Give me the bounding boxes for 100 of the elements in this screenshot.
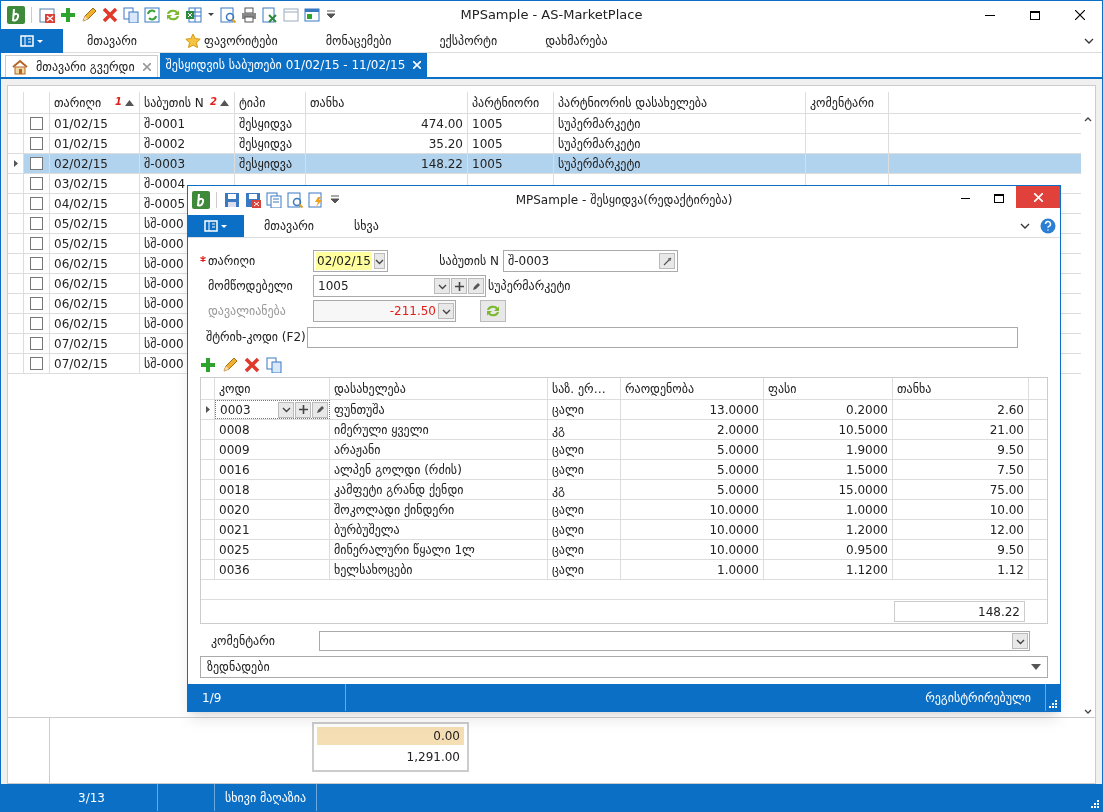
row-indicator-icon[interactable] [205, 406, 210, 413]
close-button[interactable] [1016, 186, 1060, 208]
column-header[interactable]: თანხა [306, 92, 468, 113]
checkbox[interactable] [30, 297, 43, 310]
table-cell: 0018 [215, 480, 330, 499]
column-header[interactable]: რაოდენობა [621, 378, 764, 399]
table-cell: 2.60 [893, 400, 1029, 419]
export-icon[interactable] [262, 7, 278, 23]
app-menu-button[interactable] [1, 28, 63, 53]
app-logo-icon[interactable] [192, 191, 210, 209]
generate-number-button[interactable] [659, 253, 675, 269]
tab[interactable]: შესყიდვის საბუთები 01/02/15 - 11/02/15 [159, 53, 428, 77]
table-cell: 0021 [215, 520, 330, 539]
dropdown-button[interactable] [278, 401, 294, 418]
dropdown-button[interactable] [1012, 633, 1028, 649]
selected-row[interactable]: 02/02/15 შ-0003 შესყიდვა 148.22 1005 სუპერმარკეტი [8, 154, 1081, 174]
menu-item[interactable]: სხვა [334, 214, 399, 237]
table-cell: 06/02/15 [50, 294, 140, 313]
tab[interactable]: მთავარი გვერდი [5, 55, 158, 77]
save-copy-icon[interactable] [266, 192, 282, 208]
checkbox[interactable] [30, 257, 43, 270]
form-layout-icon[interactable] [304, 7, 320, 23]
app-logo-icon[interactable] [7, 6, 25, 24]
date-field[interactable]: 02/02/15 [313, 250, 388, 272]
row-indicator-icon[interactable] [13, 160, 18, 167]
edit-button[interactable] [468, 278, 484, 294]
column-header[interactable]: დასახელება [330, 378, 548, 399]
table-cell: ხელსახოცები [330, 560, 548, 579]
column-header[interactable]: კომენტარი [806, 92, 889, 113]
save-icon[interactable] [224, 192, 240, 208]
menu-item[interactable]: ექსპორტი [415, 28, 522, 53]
add-icon[interactable] [60, 7, 76, 23]
delete-icon[interactable] [102, 7, 118, 23]
waybill-dropdown[interactable]: ზედნადები [200, 656, 1048, 678]
chevron-down-icon[interactable] [1020, 221, 1030, 230]
add-icon[interactable] [200, 357, 216, 373]
column-header[interactable]: თარიღი 1 [50, 92, 140, 113]
document-number-field[interactable]: შ-0003 [503, 250, 678, 272]
checkbox[interactable] [30, 357, 43, 370]
print-preview-icon[interactable] [220, 7, 236, 23]
spreadsheet-icon[interactable] [186, 7, 202, 23]
app-menu-button[interactable] [188, 214, 244, 237]
table-cell: შ-0001 [140, 114, 235, 133]
sort-ascending-icon[interactable] [125, 99, 134, 106]
resize-grip-icon[interactable] [1091, 799, 1099, 808]
add-button[interactable] [295, 401, 311, 418]
checkbox[interactable] [30, 217, 43, 230]
close-icon[interactable] [142, 62, 151, 71]
help-icon[interactable] [1040, 217, 1056, 234]
dropdown-button[interactable] [434, 278, 450, 294]
printer-icon[interactable] [241, 7, 257, 23]
close-document-icon[interactable] [39, 7, 55, 23]
checkbox[interactable] [30, 137, 43, 150]
menu-item[interactable]: ფავორიტები [161, 28, 302, 53]
pencil-icon[interactable] [81, 7, 97, 23]
resize-grip-icon[interactable] [1049, 699, 1057, 708]
copy-icon[interactable] [123, 7, 139, 23]
supplier-field[interactable]: 1005 [313, 275, 486, 297]
print-preview-icon[interactable] [287, 192, 303, 208]
checkbox[interactable] [30, 177, 43, 190]
column-header[interactable]: კოდი [215, 378, 330, 399]
checkbox[interactable] [30, 337, 43, 350]
edit-button[interactable] [312, 401, 328, 418]
dropdown-button[interactable] [438, 303, 454, 319]
delete-icon[interactable] [244, 357, 260, 373]
refresh-document-icon[interactable] [144, 7, 160, 23]
menu-item[interactable]: მონაცემები [301, 28, 416, 53]
code-editor-field[interactable]: 0003 [215, 400, 330, 419]
column-header[interactable]: პარტნიორი [468, 92, 554, 113]
table-cell: ცალი [548, 560, 621, 579]
column-header[interactable]: ფასი [764, 378, 893, 399]
menu-item[interactable]: მთავარი [63, 28, 161, 53]
scroll-down-icon[interactable] [1084, 709, 1092, 715]
copy-icon[interactable] [266, 357, 282, 373]
column-header[interactable]: თანხა [893, 378, 1029, 399]
checkbox[interactable] [30, 277, 43, 290]
refresh-icon[interactable] [165, 7, 181, 23]
pencil-icon[interactable] [222, 357, 238, 373]
column-header[interactable]: საბუთის N 2 [140, 92, 235, 113]
dropdown-button[interactable] [373, 253, 385, 269]
table-cell: ცალი [548, 500, 621, 519]
column-header[interactable]: საზ. ერ… [548, 378, 621, 399]
sort-ascending-icon[interactable] [220, 99, 229, 106]
comment-field[interactable] [319, 631, 1030, 651]
column-header[interactable]: პარტნიორის დასახელება [554, 92, 806, 113]
checkbox[interactable] [30, 157, 43, 170]
menu-item[interactable]: მთავარი [244, 214, 334, 237]
chevron-down-icon[interactable] [1084, 36, 1094, 45]
barcode-field[interactable] [307, 326, 1018, 348]
checkbox[interactable] [30, 317, 43, 330]
menu-item[interactable]: დახმარება [521, 28, 632, 53]
checkbox[interactable] [30, 197, 43, 210]
checkbox[interactable] [30, 117, 43, 130]
scroll-up-icon[interactable] [1084, 116, 1092, 122]
required-marker-icon[interactable] [200, 256, 206, 262]
checkbox[interactable] [30, 237, 43, 250]
save-close-icon[interactable] [245, 192, 261, 208]
column-header[interactable]: ტიპი [235, 92, 306, 113]
add-button[interactable] [451, 278, 467, 294]
table-cell: შესყიდვა [235, 134, 306, 153]
